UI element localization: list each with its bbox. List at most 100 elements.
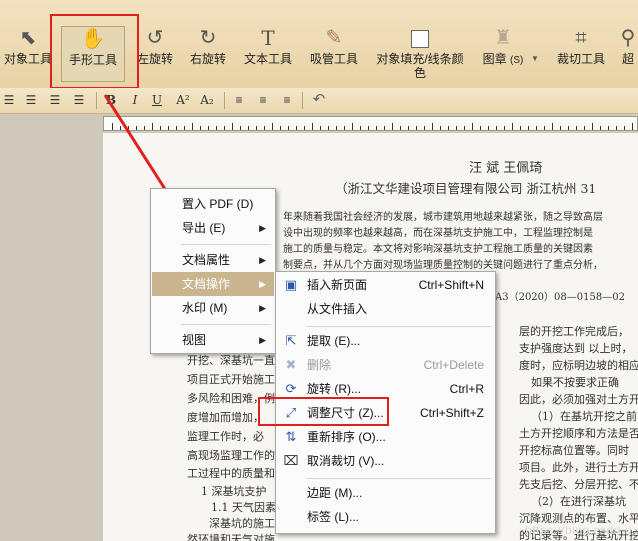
link-icon: ⚲ <box>620 27 636 49</box>
ruler-tick <box>312 123 313 130</box>
ruler-tick <box>280 126 281 130</box>
italic-button[interactable]: I <box>126 91 144 109</box>
affiliation-line: （浙江文华建设项目管理有限公司 浙江杭州 31 <box>335 181 597 196</box>
divider <box>96 92 97 109</box>
stamp-dropdown-arrow[interactable]: ▼ <box>530 50 540 64</box>
ruler-tick <box>408 126 409 130</box>
link-tool-button[interactable]: ⚲ 超 <box>618 26 638 82</box>
ruler-tick <box>528 126 529 130</box>
divider <box>302 92 303 109</box>
bold-button[interactable]: B <box>102 91 120 109</box>
right-column-line: 度时，应标明边坡的相应 <box>519 359 638 372</box>
ruler-tick <box>152 123 153 130</box>
justify-icon[interactable]: ☰ <box>70 91 88 109</box>
menu-item-view[interactable]: 视图 ▶ <box>152 328 274 352</box>
align-center-icon[interactable]: ☰ <box>22 91 40 109</box>
eyedropper-icon: ✎ <box>325 27 343 49</box>
author-line: 汪 斌 王佩琦 <box>469 161 543 176</box>
right-column-line: 如果不按要求正确 <box>531 376 619 389</box>
submenu-item-uncrop[interactable]: ⌧ 取消裁切 (V)... <box>277 449 494 473</box>
ruler-tick <box>512 123 513 130</box>
ruler-tick <box>536 126 537 130</box>
menu-item-export[interactable]: 导出 (E) ▶ <box>152 216 274 240</box>
menu-separator <box>306 326 491 327</box>
right-column-line: 支护强度达到 以上时， <box>519 342 633 355</box>
eyedropper-tool-button[interactable]: ✎ 吸管工具 <box>304 26 364 82</box>
ruler-tick <box>240 126 241 130</box>
submenu-item-extract[interactable]: ⇱ 提取 (E)... <box>277 329 494 353</box>
left-column-line: 监理工作时，必 <box>187 430 264 443</box>
left-column-line: 深基坑的施工 <box>209 517 275 530</box>
ruler-tick <box>288 126 289 130</box>
ruler-tick <box>352 123 353 130</box>
right-column-line: 先支后挖、分层开挖、不 <box>519 478 638 491</box>
ruler-tick <box>336 126 337 130</box>
submenu-item-reorder[interactable]: ⇅ 重新排序 (O)... <box>277 425 494 449</box>
menu-item-document-properties[interactable]: 文档属性 ▶ <box>152 248 274 272</box>
tool-label: 吸管工具 <box>309 52 358 66</box>
left-column-line: 项目正式开始施工 <box>187 373 275 386</box>
submenu-item-labels[interactable]: 标签 (L)... <box>277 505 494 529</box>
right-column-line: 因此，必须加强对土方开 <box>519 393 638 406</box>
line-spacing-1-icon[interactable]: ≡ <box>230 91 248 109</box>
ruler-tick <box>632 123 633 130</box>
ruler-tick <box>464 126 465 130</box>
underline-button[interactable]: U <box>148 91 166 109</box>
ruler-tick <box>520 126 521 130</box>
right-column-line: 土方开挖顺序和方法是否 <box>519 427 638 440</box>
ruler-tick <box>184 126 185 130</box>
abstract-line: 设中出现的频率也越来越高，而在深基坑支护施工中，工程监理控制是 <box>283 228 593 239</box>
ruler-tick <box>584 126 585 130</box>
line-spacing-2-icon[interactable]: ≡ <box>254 91 272 109</box>
undo-icon[interactable]: ↶ <box>310 91 328 109</box>
ruler-tick <box>296 126 297 130</box>
menu-item-place-pdf[interactable]: 置入 PDF (D) <box>152 192 274 216</box>
crop-tool-button[interactable]: ⌗ 裁切工具 <box>553 26 609 82</box>
menu-separator <box>306 478 491 479</box>
ruler-tick <box>400 126 401 130</box>
doc-number: A3（2020）08—0158—02 <box>495 292 625 303</box>
stamp-button[interactable]: ♜ 图章 (S) <box>478 26 528 82</box>
highlight-box-resize <box>258 397 389 426</box>
submenu-item-insert-new-page[interactable]: ▣ 插入新页面 Ctrl+Shift+N <box>277 273 494 297</box>
subscript-button[interactable]: A₂ <box>196 91 218 109</box>
ruler-tick <box>368 126 369 130</box>
ruler-tick <box>496 126 497 130</box>
ruler-tick <box>448 126 449 130</box>
abstract-line: 制要点，并从几个方面对现场监理质量控制的关键问题进行了重点分析， <box>283 260 603 271</box>
ruler-tick <box>392 123 393 130</box>
submenu-item-insert-from-file[interactable]: 从文件插入 <box>277 297 494 321</box>
tool-label: 裁切工具 <box>556 52 605 66</box>
submenu-item-delete[interactable]: ✖ 删除 Ctrl+Delete <box>277 353 494 377</box>
ruler-tick <box>176 126 177 130</box>
ruler-tick <box>160 126 161 130</box>
section-heading: 1 深基坑支护 <box>201 485 267 498</box>
ruler-tick <box>248 126 249 130</box>
ruler-tick <box>128 126 129 130</box>
submenu-item-margins[interactable]: 边距 (M)... <box>277 481 494 505</box>
align-left-icon[interactable]: ☰ <box>0 91 18 109</box>
ruler-tick <box>568 126 569 130</box>
ruler-tick <box>120 126 121 130</box>
abstract-line: 施工的质量与稳定。本文将对影响深基坑支护工程施工质量的关键因素 <box>283 244 593 255</box>
line-spacing-3-icon[interactable]: ≡ <box>278 91 296 109</box>
delete-icon: ✖ <box>285 357 297 372</box>
object-tool-button[interactable]: ⬉ 对象工具 <box>0 26 56 82</box>
ruler-tick <box>560 126 561 130</box>
align-right-icon[interactable]: ☰ <box>46 91 64 109</box>
menu-item-watermark[interactable]: 水印 (M) ▶ <box>152 296 274 320</box>
ruler-tick <box>600 126 601 130</box>
text-tool-button[interactable]: T 文本工具 <box>240 26 296 82</box>
ruler-tick <box>272 123 273 130</box>
chevron-right-icon: ▶ <box>259 335 266 345</box>
ruler-tick <box>304 126 305 130</box>
rotate-right-button[interactable]: ↻ 右旋转 <box>184 26 232 82</box>
menu-item-document-operations[interactable]: 文档操作 ▶ <box>152 272 274 296</box>
fill-color-button[interactable]: 对象填充/线条颜 色 <box>372 26 468 82</box>
crop-icon: ⌗ <box>575 27 587 49</box>
superscript-button[interactable]: A² <box>172 91 194 109</box>
ruler-tick <box>440 126 441 130</box>
ruler-tick <box>144 126 145 130</box>
divider <box>224 92 225 109</box>
ruler-tick <box>232 123 233 130</box>
